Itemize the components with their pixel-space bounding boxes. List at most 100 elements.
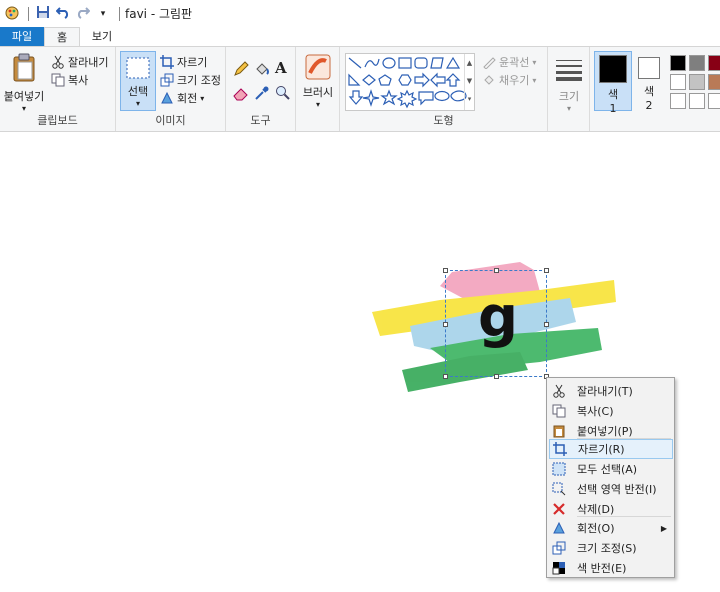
invert-selection-icon	[549, 479, 569, 499]
fill-button[interactable]: 채우기 ▾	[482, 72, 536, 88]
context-menu-item[interactable]: 복사(C)	[549, 401, 673, 421]
clipboard-group-label: 클립보드	[37, 114, 78, 127]
shapes-group: ▲ ▼ ▾ 윤곽선 ▾ 채우기 ▾ 도형	[340, 47, 548, 131]
palette-swatch[interactable]	[708, 93, 720, 109]
resize-icon	[549, 538, 569, 558]
shapes-scroll[interactable]: ▲ ▼ ▾	[464, 54, 474, 110]
tab-home[interactable]: 홈	[44, 27, 80, 46]
magnifier-icon[interactable]	[275, 85, 291, 104]
palette-swatch[interactable]	[689, 74, 705, 90]
image-group: 선택 ▾ 자르기 크기 조정 회전 ▾ 이미지	[116, 47, 226, 131]
context-menu-item-label: 색 반전(E)	[577, 562, 627, 575]
color-picker-icon[interactable]	[254, 85, 270, 104]
copy-button[interactable]: 복사	[51, 72, 88, 88]
color2-swatch	[638, 57, 660, 79]
brushes-button[interactable]: 브러시 ▾	[300, 53, 336, 111]
context-menu-item[interactable]: 색 반전(E)	[549, 558, 673, 578]
rotate-icon	[549, 518, 569, 538]
select-label: 선택	[127, 85, 149, 98]
outline-dropdown-icon: ▾	[532, 57, 537, 67]
rotate-label: 회전	[177, 92, 198, 105]
context-menu-item[interactable]: 잘라내기(T)	[549, 381, 673, 401]
select-all-icon	[549, 459, 569, 479]
color1-button[interactable]: 색 1	[594, 51, 632, 115]
color2-label: 색	[643, 85, 655, 98]
paint-app-icon[interactable]	[3, 5, 21, 23]
outline-icon	[482, 55, 496, 70]
color-palette	[667, 53, 720, 111]
eraser-icon[interactable]	[233, 85, 249, 104]
selection-rectangle[interactable]	[443, 268, 549, 379]
fill-bucket-icon[interactable]	[254, 61, 270, 80]
brushes-dropdown-icon: ▾	[315, 100, 320, 109]
resize-button[interactable]: 크기 조정	[160, 72, 221, 88]
rotate-icon	[160, 91, 174, 105]
outline-button[interactable]: 윤곽선 ▾	[482, 54, 536, 70]
pencil-icon[interactable]	[233, 61, 249, 80]
palette-swatch[interactable]	[689, 93, 705, 109]
menu-separator	[577, 438, 671, 439]
copy-icon	[549, 401, 569, 421]
context-menu-item[interactable]: 크기 조정(S)	[549, 538, 673, 558]
cut-button[interactable]: 잘라내기	[51, 54, 108, 70]
window-title: favi - 그림판	[125, 7, 193, 21]
context-menu-item[interactable]: 회전(O) ▶	[549, 518, 673, 538]
outline-label: 윤곽선	[499, 56, 530, 69]
paste-label: 붙여넣기	[3, 90, 45, 103]
save-icon[interactable]	[34, 5, 52, 23]
palette-swatch[interactable]	[670, 93, 686, 109]
tab-view[interactable]: 보기	[80, 27, 124, 46]
resize-handle-bl[interactable]	[443, 374, 448, 379]
color1-swatch	[599, 55, 627, 83]
ribbon: 붙여넣기 ▾ 잘라내기 복사 클립보드 선택 ▾ 자르기 크기 조정 회전 ▾ …	[0, 46, 720, 132]
crop-button[interactable]: 자르기	[160, 54, 207, 70]
resize-handle-bc[interactable]	[494, 374, 499, 379]
scissors-icon	[549, 381, 569, 401]
paste-button[interactable]: 붙여넣기 ▾	[3, 51, 45, 113]
submenu-arrow-icon: ▶	[660, 523, 667, 533]
select-button[interactable]: 선택 ▾	[120, 51, 156, 111]
fill-label: 채우기	[499, 74, 530, 87]
tab-file[interactable]: 파일	[0, 27, 44, 46]
brush-icon	[305, 54, 331, 80]
context-menu-item-label: 삭제(D)	[577, 503, 615, 516]
text-icon[interactable]: A	[275, 59, 287, 77]
resize-handle-ml[interactable]	[443, 322, 448, 327]
context-menu-item[interactable]: 자르기(R)	[549, 439, 673, 459]
resize-icon	[160, 73, 174, 87]
crop-icon	[550, 439, 570, 459]
crop-label: 자르기	[177, 56, 208, 69]
color1-number: 1	[609, 102, 617, 115]
size-dropdown-icon: ▾	[566, 104, 571, 113]
context-menu-item[interactable]: 선택 영역 반전(I)	[549, 479, 673, 499]
size-button[interactable]: 크기 ▾	[552, 53, 586, 113]
tools-group: A 도구	[226, 47, 296, 131]
resize-handle-tr[interactable]	[544, 268, 549, 273]
invert-color-icon	[549, 558, 569, 578]
shapes-gallery[interactable]: ▲ ▼ ▾	[345, 53, 475, 111]
copy-icon	[51, 73, 65, 87]
color2-button[interactable]: 색 2	[634, 51, 664, 112]
context-menu-item-label: 잘라내기(T)	[577, 385, 633, 398]
context-menu-item[interactable]: 모두 선택(A)	[549, 459, 673, 479]
resize-handle-tc[interactable]	[494, 268, 499, 273]
undo-icon[interactable]	[54, 5, 72, 23]
palette-swatch[interactable]	[708, 55, 720, 71]
select-dropdown-icon[interactable]: ▾	[121, 99, 155, 108]
brushes-label: 브러시	[302, 86, 334, 99]
rotate-dropdown-icon: ▾	[200, 93, 205, 103]
palette-swatch[interactable]	[670, 55, 686, 71]
ribbon-tabs: 파일 홈 보기	[0, 27, 720, 46]
redo-icon[interactable]	[74, 5, 92, 23]
customize-toolbar-icon[interactable]: ▾	[94, 5, 112, 23]
resize-label: 크기 조정	[177, 74, 221, 87]
palette-swatch[interactable]	[708, 74, 720, 90]
resize-handle-mr[interactable]	[544, 322, 549, 327]
rotate-button[interactable]: 회전 ▾	[160, 90, 204, 106]
fill-dropdown-icon: ▾	[532, 75, 537, 85]
palette-swatch[interactable]	[689, 55, 705, 71]
resize-handle-tl[interactable]	[443, 268, 448, 273]
context-menu-item-label: 복사(C)	[577, 405, 614, 418]
menu-separator	[577, 516, 671, 517]
palette-swatch[interactable]	[670, 74, 686, 90]
